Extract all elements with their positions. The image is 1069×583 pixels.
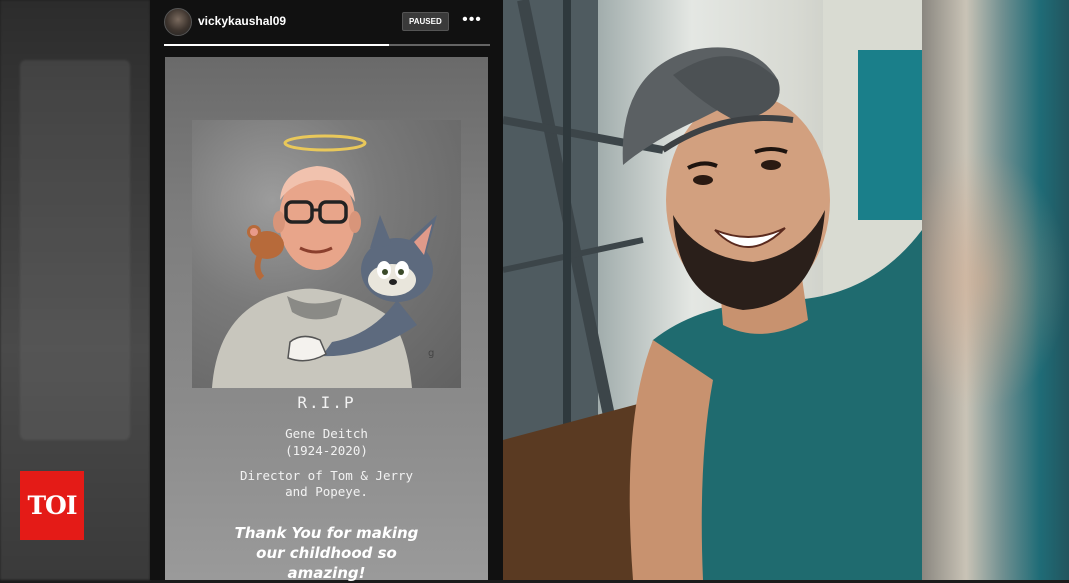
- rip-title: R.I.P: [297, 393, 356, 412]
- instagram-story-viewer: vickykaushal09 PAUSED ••• g R.I.P Gene D…: [150, 0, 503, 582]
- tribute-name: Gene Deitch: [285, 426, 368, 441]
- story-card[interactable]: g R.I.P Gene Deitch (1924-2020) Director…: [165, 57, 488, 582]
- artwork-signature: g: [428, 348, 434, 359]
- story-header: vickykaushal09 PAUSED •••: [164, 6, 490, 36]
- tribute-description: Director of Tom & Jerry and Popeye.: [239, 468, 414, 499]
- halo-icon: [283, 134, 367, 152]
- story-progress-bar: [164, 44, 490, 46]
- paused-badge: PAUSED: [402, 12, 449, 31]
- more-options-icon[interactable]: •••: [460, 10, 484, 30]
- thanks-message: Thank You for making our childhood so am…: [234, 524, 419, 582]
- tribute-text: R.I.P Gene Deitch (1924-2020) Director o…: [165, 393, 488, 500]
- selfie-photo: [503, 0, 922, 580]
- glove: [287, 335, 327, 362]
- story-progress-fill: [164, 44, 389, 46]
- tribute-years: (1924-2020): [285, 443, 368, 458]
- blurred-background-right: [922, 0, 1069, 580]
- story-username[interactable]: vickykaushal09: [198, 14, 286, 28]
- toi-logo[interactable]: TOI: [20, 471, 84, 540]
- avatar[interactable]: [164, 8, 192, 36]
- tribute-artwork: g: [192, 120, 461, 388]
